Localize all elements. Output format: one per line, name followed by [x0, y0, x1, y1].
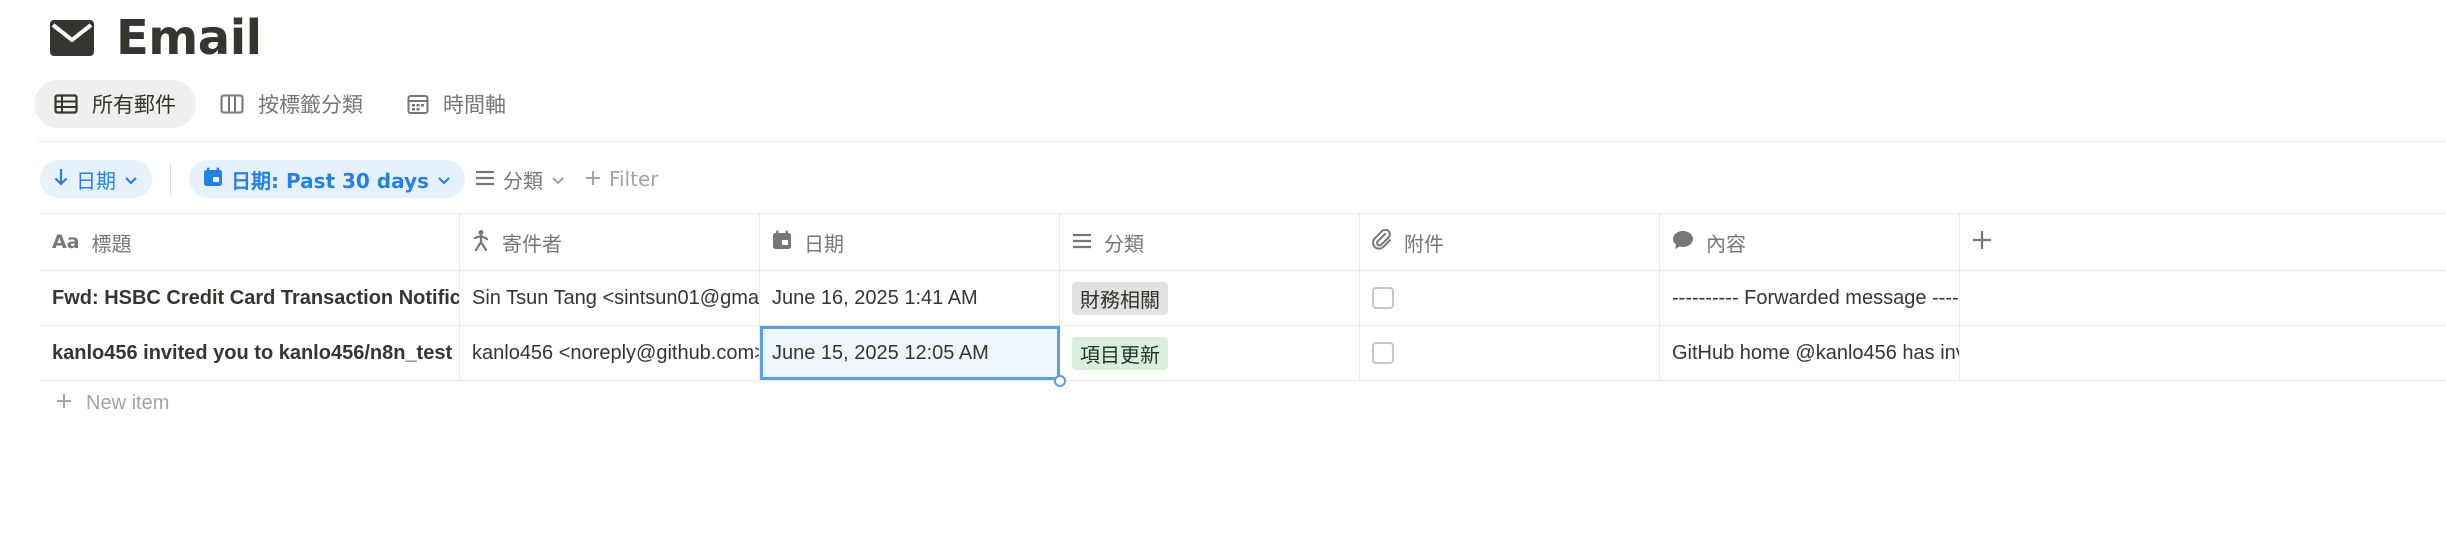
empty-cell [1960, 271, 2446, 325]
column-header-date[interactable]: 日期 [760, 214, 1060, 270]
category-cell[interactable]: 財務相關 [1060, 271, 1360, 325]
plus-icon [1972, 230, 1992, 255]
page-title: Email [116, 10, 262, 66]
tab-all-mail[interactable]: 所有郵件 [34, 80, 196, 128]
add-filter-label: Filter [608, 167, 659, 191]
column-label: 寄件者 [502, 231, 562, 256]
table-row[interactable]: Fwd: HSBC Credit Card Transaction Notifi… [40, 271, 2446, 326]
column-header-attachment[interactable]: 附件 [1360, 214, 1660, 270]
sender-cell[interactable]: Sin Tsun Tang <sintsun01@gmail.com> [460, 271, 760, 325]
title-cell[interactable]: Fwd: HSBC Credit Card Transaction Notifi… [40, 271, 460, 325]
date-cell-selected[interactable]: June 15, 2025 12:05 AM [760, 326, 1066, 387]
date-cell[interactable]: June 16, 2025 1:41 AM [760, 271, 1060, 325]
sender-cell[interactable]: kanlo456 <noreply@github.com> [460, 326, 760, 380]
column-header-content[interactable]: 內容 [1660, 214, 1960, 270]
filter-bar: 日期 日期: Past 30 days 分類 Filter [40, 160, 668, 198]
sort-chip[interactable]: 日期 [40, 160, 152, 198]
email-table: Aa 標題 寄件者 日期 分類 附件 內容 Fwd: HSBC Credit C… [40, 213, 2446, 387]
column-label: 內容 [1706, 231, 1746, 256]
page-header: Email [50, 8, 262, 68]
text-type-icon: Aa [52, 231, 80, 253]
category-cell[interactable]: 項目更新 [1060, 326, 1360, 380]
tab-timeline[interactable]: 時間軸 [387, 80, 526, 128]
column-header-category[interactable]: 分類 [1060, 214, 1360, 270]
tab-label: 所有郵件 [92, 93, 176, 117]
add-column-button[interactable] [1960, 214, 2446, 270]
list-icon [475, 167, 495, 191]
new-item-button[interactable]: New item [56, 392, 169, 415]
sort-label: 日期 [76, 168, 116, 193]
chevron-down-icon [551, 167, 565, 191]
plus-icon [56, 392, 72, 415]
attachment-checkbox[interactable] [1372, 287, 1394, 309]
tab-label: 時間軸 [443, 93, 506, 117]
table-row[interactable]: kanlo456 invited you to kanlo456/n8n_tes… [40, 326, 2446, 387]
envelope-icon [50, 20, 94, 56]
column-header-title[interactable]: Aa 標題 [40, 214, 460, 270]
category-filter-chip[interactable]: 分類 [465, 160, 575, 198]
column-label: 附件 [1404, 231, 1444, 256]
table-icon [54, 94, 78, 114]
date-filter-label: 日期: Past 30 days [231, 168, 429, 193]
empty-cell [1960, 326, 2446, 380]
category-tag: 財務相關 [1072, 281, 1168, 315]
separator [170, 164, 171, 194]
category-tag: 項目更新 [1072, 336, 1168, 370]
chevron-down-icon [437, 167, 451, 191]
paperclip-icon [1372, 228, 1392, 256]
divider [38, 141, 2446, 142]
column-label: 標題 [91, 231, 132, 256]
add-filter-button[interactable]: Filter [575, 160, 669, 198]
list-icon [1072, 230, 1092, 254]
category-filter-label: 分類 [502, 168, 543, 193]
plus-icon [585, 167, 601, 191]
title-cell[interactable]: kanlo456 invited you to kanlo456/n8n_tes… [40, 326, 460, 380]
tab-by-label[interactable]: 按標籤分類 [200, 80, 383, 128]
column-label: 分類 [1104, 231, 1144, 256]
attachment-checkbox[interactable] [1372, 342, 1394, 364]
tab-label: 按標籤分類 [258, 93, 363, 117]
attachment-cell[interactable] [1360, 326, 1660, 380]
view-tabs: 所有郵件 按標籤分類 時間軸 [34, 80, 526, 128]
calendar-icon [203, 167, 223, 192]
date-filter-chip[interactable]: 日期: Past 30 days [189, 160, 465, 198]
content-cell[interactable]: ---------- Forwarded message --------- [1660, 271, 1960, 325]
column-label: 日期 [804, 231, 844, 256]
table-header: Aa 標題 寄件者 日期 分類 附件 內容 [40, 213, 2446, 271]
arrow-down-icon [54, 167, 68, 191]
column-header-sender[interactable]: 寄件者 [460, 214, 760, 270]
calendar-icon [772, 230, 792, 255]
comment-icon [1672, 230, 1694, 255]
new-item-label: New item [86, 392, 170, 414]
chevron-down-icon [124, 167, 138, 191]
attachment-cell[interactable] [1360, 271, 1660, 325]
content-cell[interactable]: GitHub home @kanlo456 has invited you [1660, 326, 1960, 380]
calendar-icon [407, 93, 429, 115]
date-value: June 15, 2025 12:05 AM [772, 341, 989, 364]
person-icon [472, 229, 490, 256]
board-icon [220, 94, 244, 114]
